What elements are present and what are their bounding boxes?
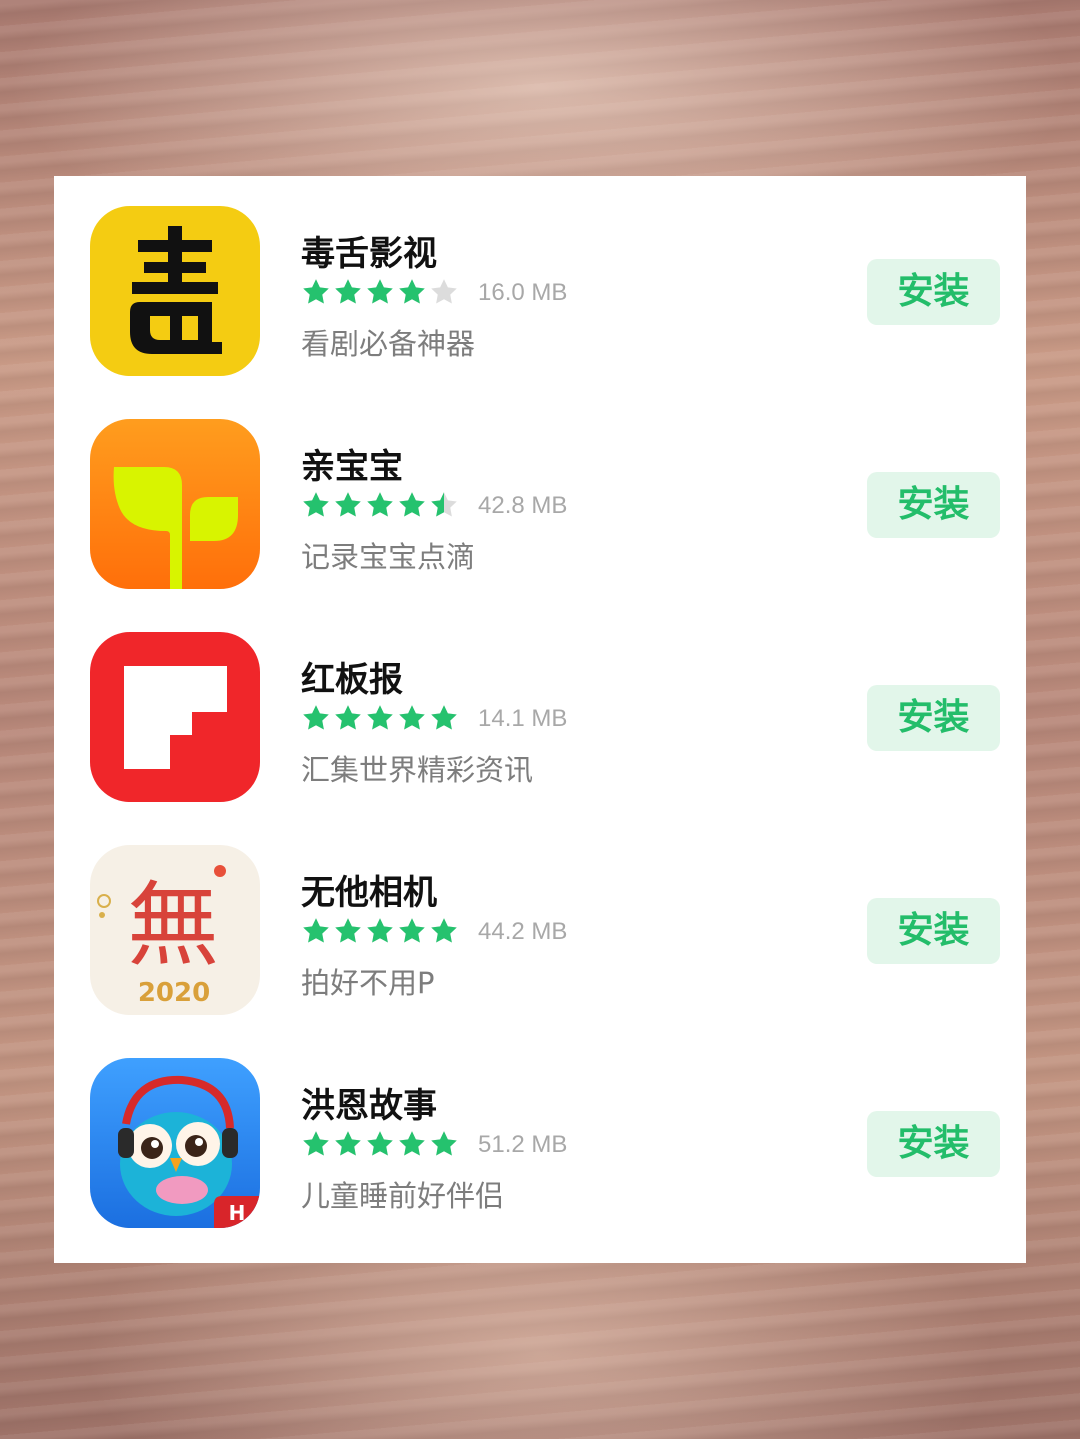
star-filled-icon bbox=[335, 918, 361, 943]
app-size: 14.1 MB bbox=[478, 705, 568, 732]
app-row-wutaxiangji[interactable]: 無 2020 无他相机 44.2 MB 拍好不用P 安装 bbox=[54, 815, 1026, 1028]
app-description: 汇集世界精彩资讯 bbox=[301, 753, 534, 787]
star-filled-icon bbox=[303, 705, 329, 730]
install-button[interactable]: 安装 bbox=[867, 898, 1000, 964]
install-button[interactable]: 安装 bbox=[867, 1111, 1000, 1177]
star-filled-icon bbox=[431, 705, 457, 730]
rating-stars bbox=[301, 1129, 461, 1159]
star-filled-icon bbox=[335, 492, 361, 517]
star-filled-icon bbox=[399, 918, 425, 943]
rating-stars bbox=[301, 916, 461, 946]
rating-stars bbox=[301, 703, 461, 733]
star-filled-icon bbox=[303, 918, 329, 943]
star-filled-icon bbox=[303, 492, 329, 517]
app-name: 洪恩故事 bbox=[301, 1086, 437, 1126]
install-button[interactable]: 安装 bbox=[867, 472, 1000, 538]
sprout-icon[interactable] bbox=[90, 419, 260, 589]
owl-headphones-icon[interactable]: H bbox=[90, 1058, 260, 1228]
app-name: 毒舌影视 bbox=[301, 234, 437, 274]
rating-stars bbox=[301, 490, 461, 520]
dushe-icon[interactable] bbox=[90, 206, 260, 376]
rating-stars bbox=[301, 277, 461, 307]
star-filled-icon bbox=[367, 918, 393, 943]
icon-glyph: 無 bbox=[127, 872, 219, 979]
star-filled-icon bbox=[431, 918, 457, 943]
star-filled-icon bbox=[399, 279, 425, 304]
icon-year: 2020 bbox=[138, 978, 210, 1008]
star-filled-icon bbox=[399, 705, 425, 730]
app-name: 红板报 bbox=[301, 660, 403, 700]
star-filled-icon bbox=[431, 1131, 457, 1156]
star-half-icon bbox=[431, 492, 457, 517]
star-filled-icon bbox=[399, 492, 425, 517]
app-size: 16.0 MB bbox=[478, 279, 568, 306]
wu-2020-icon[interactable]: 無 2020 bbox=[90, 845, 260, 1015]
star-filled-icon bbox=[303, 1131, 329, 1156]
star-filled-icon bbox=[335, 705, 361, 730]
app-name: 无他相机 bbox=[301, 873, 437, 913]
star-filled-icon bbox=[399, 1131, 425, 1156]
icon-badge: H bbox=[229, 1201, 246, 1225]
app-row-hongen[interactable]: H 洪恩故事 51.2 MB 儿童睡前好伴侣 安装 bbox=[54, 1028, 1026, 1241]
app-list-card: 毒舌影视 16.0 MB 看剧必备神器 安装 亲宝宝 42.8 MB 记录宝宝点… bbox=[54, 176, 1026, 1263]
app-description: 记录宝宝点滴 bbox=[301, 540, 476, 574]
star-filled-icon bbox=[335, 279, 361, 304]
star-filled-icon bbox=[303, 279, 329, 304]
star-filled-icon bbox=[367, 492, 393, 517]
app-description: 拍好不用P bbox=[301, 966, 435, 1000]
star-filled-icon bbox=[367, 705, 393, 730]
app-size: 42.8 MB bbox=[478, 492, 568, 519]
app-description: 看剧必备神器 bbox=[301, 327, 476, 361]
star-filled-icon bbox=[335, 1131, 361, 1156]
app-size: 44.2 MB bbox=[478, 918, 568, 945]
install-button[interactable]: 安装 bbox=[867, 259, 1000, 325]
app-size: 51.2 MB bbox=[478, 1131, 568, 1158]
app-row-dushe[interactable]: 毒舌影视 16.0 MB 看剧必备神器 安装 bbox=[54, 176, 1026, 389]
app-description: 儿童睡前好伴侣 bbox=[301, 1179, 505, 1213]
app-row-hongbanbao[interactable]: 红板报 14.1 MB 汇集世界精彩资讯 安装 bbox=[54, 602, 1026, 815]
star-filled-icon bbox=[367, 1131, 393, 1156]
star-filled-icon bbox=[367, 279, 393, 304]
star-empty-icon bbox=[431, 279, 457, 304]
flipboard-icon[interactable] bbox=[90, 632, 260, 802]
install-button[interactable]: 安装 bbox=[867, 685, 1000, 751]
app-row-qinbaobao[interactable]: 亲宝宝 42.8 MB 记录宝宝点滴 安装 bbox=[54, 389, 1026, 602]
app-name: 亲宝宝 bbox=[301, 447, 403, 487]
